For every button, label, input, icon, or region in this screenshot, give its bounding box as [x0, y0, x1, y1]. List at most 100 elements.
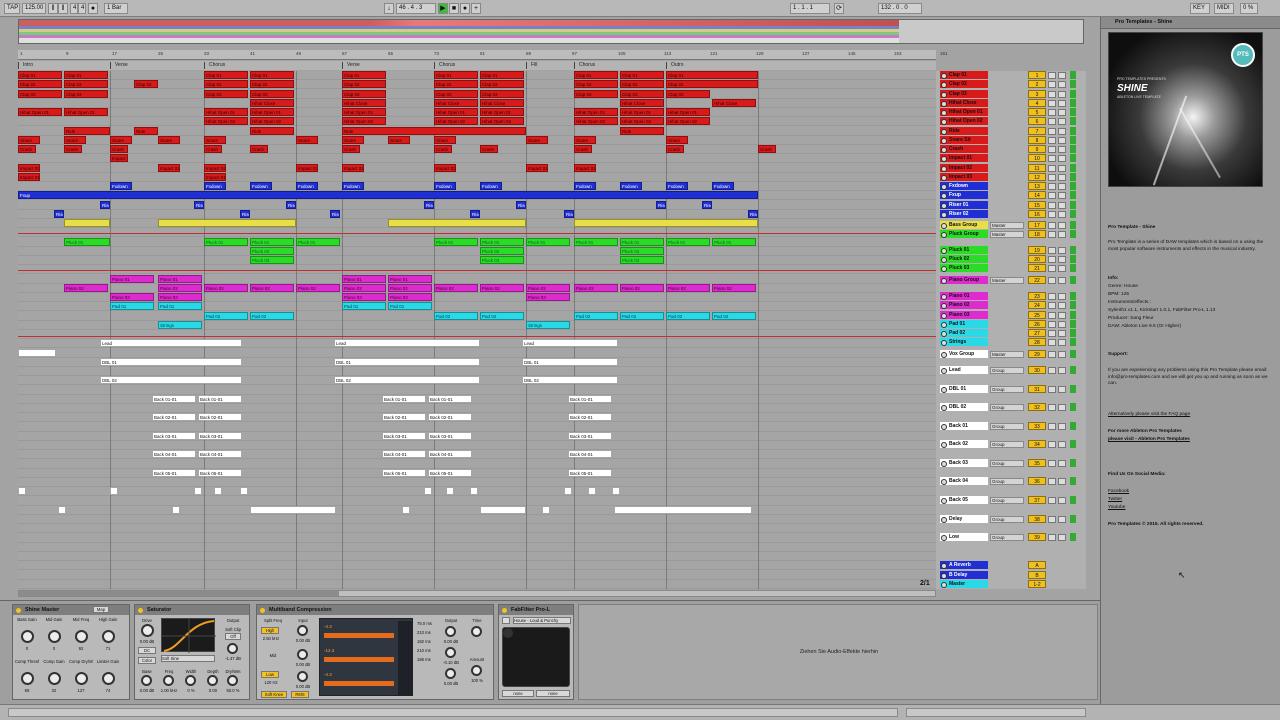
track-header[interactable]: Clap 02 2 — [936, 80, 1086, 89]
clip[interactable]: Piano 02 — [434, 283, 478, 292]
solo-button[interactable] — [1048, 351, 1056, 359]
clip[interactable]: Impact 02 — [296, 163, 318, 172]
track-lane[interactable] — [18, 460, 936, 469]
freq-knob[interactable] — [163, 675, 174, 686]
solo-button[interactable] — [1048, 136, 1056, 144]
track-header[interactable]: Clap 03 3 — [936, 89, 1086, 99]
clip[interactable]: Impact 01 — [18, 172, 40, 181]
clip[interactable] — [214, 487, 222, 496]
clip[interactable]: Pad 02 — [574, 311, 618, 320]
solo-button[interactable] — [1048, 210, 1056, 218]
clip[interactable] — [480, 505, 526, 514]
track-name[interactable]: Strings — [940, 338, 988, 347]
track-activator-button[interactable]: 32 — [1028, 403, 1046, 412]
clip[interactable]: Clap 03 — [480, 89, 524, 98]
song-position-field[interactable]: 46 . 4 . 3 — [396, 3, 436, 14]
track-lane[interactable] — [18, 497, 936, 506]
track-header[interactable]: Back 01 Group 33 — [936, 421, 1086, 431]
clip[interactable]: Clap 02 — [250, 80, 294, 89]
track-name[interactable]: Vox Group — [940, 350, 988, 359]
output-routing-menu[interactable]: Group — [990, 385, 1024, 393]
track-activator-button[interactable]: 8 — [1028, 135, 1046, 144]
locator-marker[interactable]: Chorus — [434, 62, 455, 69]
track-activator-button[interactable]: 15 — [1028, 200, 1046, 209]
clip[interactable]: Rise — [330, 209, 340, 218]
track-name[interactable]: Back 03 — [940, 458, 988, 467]
clip[interactable]: Crash — [204, 145, 222, 153]
track-header[interactable]: Fxup 14 — [936, 191, 1086, 200]
track-lane[interactable] — [18, 154, 936, 164]
track-lane[interactable] — [18, 182, 936, 191]
clip[interactable]: Crash — [18, 145, 36, 153]
clip[interactable]: Pluck 03 — [250, 256, 294, 264]
track-header[interactable]: Piano 03 25 — [936, 310, 1086, 320]
solo-button[interactable] — [1048, 81, 1056, 89]
arrangement-scrollbar[interactable] — [18, 590, 936, 597]
track-header[interactable]: Delay Group 38 — [936, 515, 1086, 524]
clip[interactable]: Hihat Close — [250, 98, 294, 107]
track-header[interactable]: Low Group 39 — [936, 532, 1086, 542]
arm-button[interactable] — [1058, 256, 1066, 264]
meter-numerator-field[interactable]: 4 — [70, 3, 78, 14]
clip[interactable]: Ride — [342, 126, 526, 135]
clip[interactable]: Rise — [516, 200, 526, 209]
track-header[interactable]: Fxdown 13 — [936, 182, 1086, 191]
quantize-menu[interactable]: 1 Bar — [104, 3, 128, 14]
clip[interactable]: Fxdown — [250, 182, 272, 190]
clip[interactable]: Ride — [250, 126, 294, 135]
clip[interactable]: Fxdown — [342, 182, 364, 190]
track-header[interactable]: Ride 7 — [936, 126, 1086, 136]
base-knob[interactable] — [141, 675, 152, 686]
clip[interactable]: Piano 02 — [574, 283, 618, 292]
track-lane[interactable] — [18, 136, 936, 145]
clip[interactable]: Pluck 01 — [480, 237, 524, 246]
clip[interactable]: Back 03-01 — [568, 431, 612, 440]
clip[interactable]: Strings — [526, 320, 570, 329]
macro-knob[interactable] — [48, 630, 61, 643]
arm-button[interactable] — [1058, 311, 1066, 319]
arm-button[interactable] — [1058, 320, 1066, 328]
clip[interactable]: Clap 02 — [620, 80, 664, 89]
track-name[interactable]: Riser 02 — [940, 209, 988, 218]
solo-button[interactable] — [1048, 146, 1056, 153]
solo-button[interactable] — [1048, 109, 1056, 116]
high-band-toggle[interactable]: High — [261, 627, 279, 634]
clip[interactable]: Crash — [434, 145, 452, 153]
track-activator-button[interactable]: 24 — [1028, 301, 1046, 310]
output-routing-menu[interactable]: Master — [990, 351, 1024, 359]
output-routing-menu[interactable]: Master — [990, 221, 1024, 229]
clip[interactable] — [18, 348, 56, 357]
track-name[interactable]: Pad 02 — [940, 329, 988, 338]
arm-button[interactable] — [1058, 136, 1066, 144]
track-lane[interactable] — [18, 534, 936, 543]
clip[interactable] — [402, 505, 410, 514]
clip[interactable] — [470, 487, 478, 496]
clip[interactable]: Clap 03 — [204, 89, 248, 98]
track-header[interactable]: Snare Sit 8 — [936, 135, 1086, 145]
return-track-activator[interactable]: B — [1028, 570, 1046, 579]
overdub-icon[interactable]: + — [471, 3, 481, 14]
clip[interactable]: Back 05-01 — [382, 468, 426, 477]
clip[interactable]: Rise — [240, 209, 250, 218]
midi-map-button[interactable]: MIDI — [1214, 3, 1234, 14]
clip[interactable] — [574, 219, 758, 227]
clip[interactable]: Clap 03 — [18, 89, 62, 98]
clip[interactable]: Clap 01 — [480, 71, 524, 79]
output-routing-menu[interactable]: Group — [990, 496, 1024, 504]
track-name[interactable]: Clap 03 — [940, 89, 988, 98]
clip[interactable]: Crash — [110, 145, 128, 153]
track-activator-button[interactable]: 37 — [1028, 495, 1046, 504]
clip[interactable]: Snare — [526, 135, 548, 144]
track-header[interactable]: DBL 01 Group 31 — [936, 384, 1086, 394]
clip[interactable] — [446, 487, 454, 496]
clip[interactable]: Clap 01 — [666, 71, 758, 79]
track-activator-button[interactable]: 1 — [1028, 71, 1046, 79]
clip[interactable]: Pluck 02 — [620, 246, 664, 255]
stop-icon[interactable]: ■ — [449, 3, 459, 14]
return-track-name[interactable]: Master — [940, 579, 988, 588]
clip[interactable]: Impact 02 — [204, 163, 226, 172]
track-name[interactable]: Crash — [940, 145, 988, 153]
metronome-icon[interactable]: ● — [88, 3, 98, 14]
output-routing-menu[interactable]: Group — [990, 533, 1024, 541]
clip[interactable]: Rise — [702, 200, 712, 209]
